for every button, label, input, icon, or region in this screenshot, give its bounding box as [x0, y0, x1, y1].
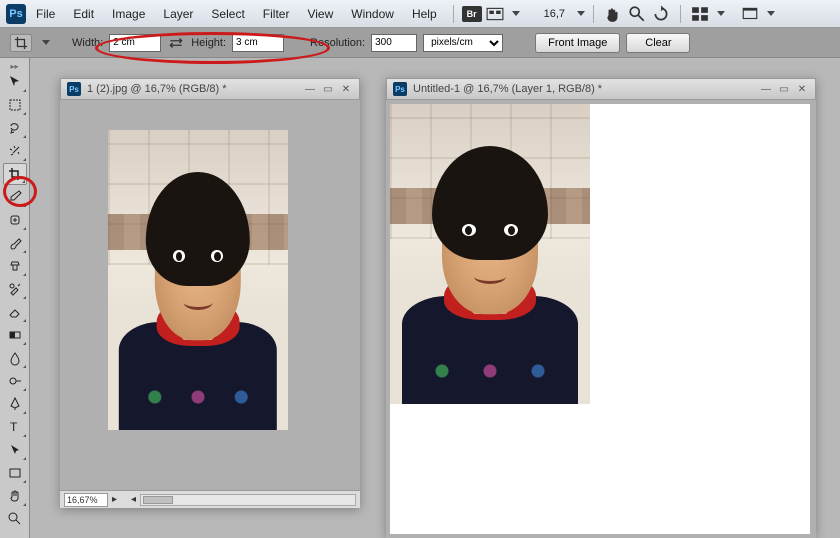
scroll-left-icon[interactable]: ◂ — [131, 494, 136, 505]
rotate-icon[interactable] — [652, 5, 670, 23]
clear-button[interactable]: Clear — [626, 33, 690, 53]
minimize-icon[interactable]: — — [759, 83, 773, 95]
blur-tool[interactable] — [3, 347, 27, 369]
app-logo: Ps — [6, 4, 26, 24]
ps-doc-icon: Ps — [393, 82, 407, 96]
zoom-level-display[interactable]: 16,7 — [544, 8, 565, 20]
document-statusbar-1: 16,67% ▸ ◂ — [60, 490, 360, 508]
bridge-icon[interactable]: Br — [462, 6, 482, 22]
menu-edit[interactable]: Edit — [65, 3, 102, 25]
menu-bar: Ps File Edit Image Layer Select Filter V… — [0, 0, 840, 28]
crop-tool-icon — [10, 34, 32, 52]
divider — [453, 5, 454, 23]
width-label: Width: — [72, 37, 103, 49]
shape-tool[interactable] — [3, 462, 27, 484]
zoom-icon[interactable] — [628, 5, 646, 23]
maximize-icon[interactable]: ▭ — [321, 83, 335, 95]
path-selection-tool[interactable] — [3, 439, 27, 461]
document-titlebar-1[interactable]: Ps 1 (2).jpg @ 16,7% (RGB/8) * — ▭ ✕ — [60, 78, 360, 100]
menu-select[interactable]: Select — [203, 3, 252, 25]
move-tool[interactable] — [3, 71, 27, 93]
clone-stamp-tool[interactable] — [3, 255, 27, 277]
documents-area: Ps 1 (2).jpg @ 16,7% (RGB/8) * — ▭ ✕ 16,… — [30, 58, 840, 538]
workspace: ▸▸ T Ps 1 (2).jpg @ 16,7% (RGB/8) * — [0, 58, 840, 538]
arrange-icon[interactable] — [691, 5, 709, 23]
close-icon[interactable]: ✕ — [795, 83, 809, 95]
width-input[interactable] — [109, 34, 161, 52]
menu-file[interactable]: File — [28, 3, 63, 25]
tool-preset-dropdown-icon[interactable] — [42, 40, 50, 45]
eraser-tool[interactable] — [3, 301, 27, 323]
menu-filter[interactable]: Filter — [255, 3, 298, 25]
divider — [680, 5, 681, 23]
history-brush-tool[interactable] — [3, 278, 27, 300]
dropdown-icon[interactable] — [512, 11, 520, 16]
status-zoom-input[interactable]: 16,67% — [64, 493, 108, 507]
document-title-1: 1 (2).jpg @ 16,7% (RGB/8) * — [87, 83, 227, 95]
dodge-tool[interactable] — [3, 370, 27, 392]
status-info-icon[interactable]: ▸ — [112, 494, 117, 505]
pen-tool[interactable] — [3, 393, 27, 415]
menu-help[interactable]: Help — [404, 3, 445, 25]
type-tool[interactable]: T — [3, 416, 27, 438]
menu-view[interactable]: View — [299, 3, 341, 25]
ps-doc-icon: Ps — [67, 82, 81, 96]
brush-tool[interactable] — [3, 232, 27, 254]
hand-icon[interactable] — [604, 5, 622, 23]
menu-layer[interactable]: Layer — [155, 3, 201, 25]
eyedropper-tool[interactable] — [3, 186, 27, 208]
dropdown-icon[interactable] — [717, 11, 725, 16]
document-window-2: Ps Untitled-1 @ 16,7% (Layer 1, RGB/8) *… — [386, 78, 816, 538]
document-window-1: Ps 1 (2).jpg @ 16,7% (RGB/8) * — ▭ ✕ 16,… — [60, 78, 360, 508]
screen-mode-icon[interactable] — [741, 5, 759, 23]
swap-width-height-icon[interactable] — [167, 34, 185, 52]
magic-wand-tool[interactable] — [3, 140, 27, 162]
resolution-input[interactable] — [371, 34, 417, 52]
gradient-tool[interactable] — [3, 324, 27, 346]
mini-bridge-icon[interactable] — [486, 5, 504, 23]
canvas-2[interactable] — [386, 100, 816, 538]
options-bar: Width: Height: Resolution: pixels/cm Fro… — [0, 28, 840, 58]
svg-text:T: T — [10, 420, 18, 434]
marquee-tool[interactable] — [3, 94, 27, 116]
resolution-units-select[interactable]: pixels/cm — [423, 34, 503, 52]
maximize-icon[interactable]: ▭ — [777, 83, 791, 95]
divider — [593, 5, 594, 23]
menu-window[interactable]: Window — [343, 3, 402, 25]
healing-brush-tool[interactable] — [3, 209, 27, 231]
toolbox: ▸▸ T — [0, 58, 30, 538]
canvas-1[interactable] — [60, 100, 360, 490]
front-image-button[interactable]: Front Image — [535, 33, 620, 53]
toolbox-handle[interactable]: ▸▸ — [5, 62, 25, 70]
height-label: Height: — [191, 37, 226, 49]
lasso-tool[interactable] — [3, 117, 27, 139]
resolution-label: Resolution: — [310, 37, 365, 49]
zoom-tool[interactable] — [3, 508, 27, 530]
document-title-2: Untitled-1 @ 16,7% (Layer 1, RGB/8) * — [413, 83, 602, 95]
zoom-dropdown-icon[interactable] — [577, 11, 585, 16]
horizontal-scrollbar[interactable] — [140, 494, 356, 506]
close-icon[interactable]: ✕ — [339, 83, 353, 95]
minimize-icon[interactable]: — — [303, 83, 317, 95]
crop-tool[interactable] — [3, 163, 27, 185]
dropdown-icon[interactable] — [767, 11, 775, 16]
document-titlebar-2[interactable]: Ps Untitled-1 @ 16,7% (Layer 1, RGB/8) *… — [386, 78, 816, 100]
hand-tool[interactable] — [3, 485, 27, 507]
menu-image[interactable]: Image — [104, 3, 153, 25]
height-input[interactable] — [232, 34, 284, 52]
